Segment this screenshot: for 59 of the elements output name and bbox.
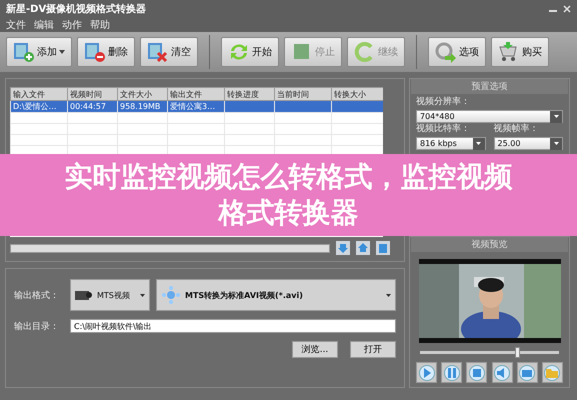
caret-icon <box>386 294 391 296</box>
column-header[interactable]: 输出文件 <box>168 88 224 100</box>
column-header[interactable]: 当前时间 <box>274 88 332 100</box>
arrow-up-icon <box>356 241 370 255</box>
table-cell: D:\爱情公… <box>10 100 68 112</box>
dialog-button[interactable]: 浏览... <box>292 341 338 358</box>
caret-icon <box>554 142 558 145</box>
column-header[interactable]: 转换进度 <box>224 88 274 100</box>
select-field[interactable]: 816 kbps <box>416 137 486 150</box>
column-header[interactable]: 文件大小 <box>118 88 168 100</box>
film-remove-icon <box>84 41 106 63</box>
menu-item[interactable]: 动作 <box>62 18 82 32</box>
banner-title: 实时监控视频怎么转格式，监控视频格式转换器 <box>64 159 514 231</box>
close-icon <box>563 5 571 13</box>
toolbar-button[interactable]: 删除 <box>77 37 135 67</box>
film-add-icon <box>13 41 35 63</box>
horizontal-scrollbar[interactable] <box>10 244 330 252</box>
select-field[interactable]: 25.00 <box>494 137 563 150</box>
field-label: 视频比特率： <box>416 124 471 135</box>
pause-button[interactable] <box>441 362 462 383</box>
table-cell: 00:44:57 <box>68 100 118 112</box>
dialog-button[interactable]: 打开 <box>350 341 396 358</box>
toolbar-button[interactable]: 清空 <box>140 37 198 67</box>
toolbar-button[interactable]: 开始 <box>221 37 279 67</box>
panel-title: 视频预览 <box>411 237 568 252</box>
field-label: 视频帧率： <box>494 124 540 135</box>
field-label: 视频分辨率： <box>416 97 471 108</box>
menu-item[interactable]: 编辑 <box>34 18 54 32</box>
output-format-label: 输出格式： <box>14 290 60 302</box>
toolbar-button[interactable]: 添加 <box>6 37 72 67</box>
table-cell: 958.19MB <box>118 100 168 112</box>
folder-button[interactable] <box>542 362 563 383</box>
menu-item[interactable]: 文件 <box>6 18 26 32</box>
arrow-down-icon <box>336 241 350 255</box>
menu-item[interactable]: 帮助 <box>90 18 110 32</box>
select-field[interactable]: 704*480 <box>416 110 563 123</box>
toolbar-button[interactable]: 购买 <box>491 37 549 67</box>
speaker-button[interactable] <box>492 362 513 383</box>
stop-button[interactable] <box>466 362 488 383</box>
dots-icon <box>161 285 181 305</box>
table-cell: 爱情公寓3… <box>168 100 224 112</box>
slider-thumb[interactable] <box>514 347 520 358</box>
caret-icon <box>476 142 481 145</box>
column-header[interactable]: 转换大小 <box>332 88 383 100</box>
window-title: 新星-DV摄像机视频格式转换器 <box>6 2 146 16</box>
camera-icon <box>75 289 93 301</box>
play-button[interactable] <box>416 362 437 383</box>
column-header[interactable]: 视频时间 <box>68 88 118 100</box>
caret-icon <box>140 294 145 296</box>
panel-title: 预置选项 <box>411 79 568 94</box>
device-dropdown[interactable]: MTS视频 <box>70 279 150 311</box>
output-directory-label: 输出目录： <box>14 320 60 332</box>
toolbar-button[interactable]: 选项 <box>428 37 486 67</box>
caret-icon <box>554 115 558 118</box>
caret-icon <box>59 50 65 54</box>
column-header[interactable]: 输入文件 <box>10 88 68 100</box>
directory-field[interactable]: C:\闹叶视频软件\输出 <box>70 319 396 333</box>
format-dropdown[interactable]: MTS转换为标准AVI视频(*.avi) <box>156 279 396 311</box>
film-clear-icon <box>147 41 169 63</box>
